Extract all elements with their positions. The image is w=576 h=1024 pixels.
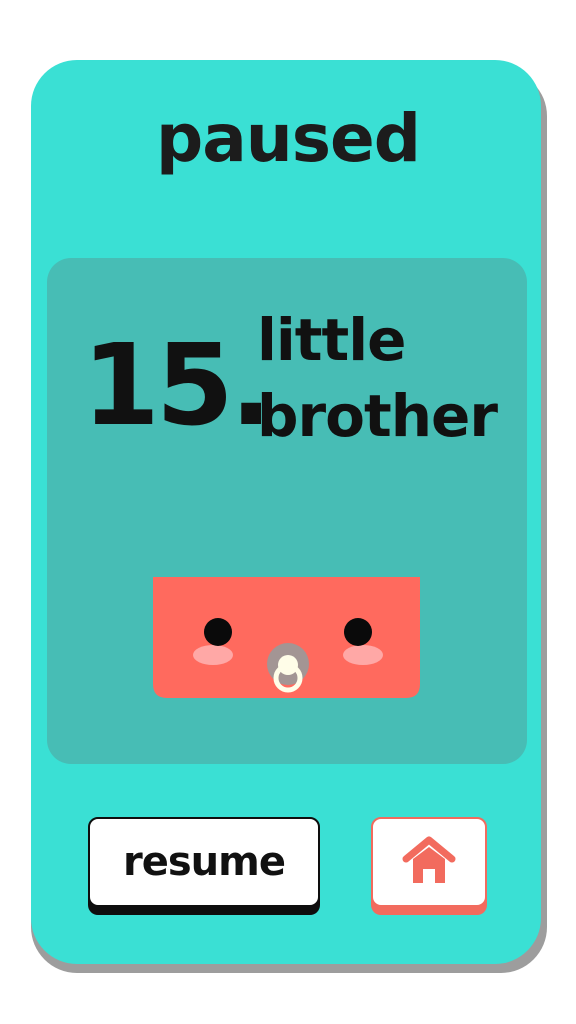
resume-button-label[interactable]: resume [88,817,320,907]
level-name: little brother [257,302,498,454]
home-button[interactable] [371,817,487,915]
home-icon [401,835,457,889]
baby-character-icon [153,577,420,698]
level-number: 15. [82,321,272,451]
resume-button[interactable]: resume [88,817,320,915]
level-name-line2: brother [257,382,498,450]
home-button-face[interactable] [371,817,487,907]
level-name-line1: little [257,306,406,374]
page-title: paused [155,100,421,177]
